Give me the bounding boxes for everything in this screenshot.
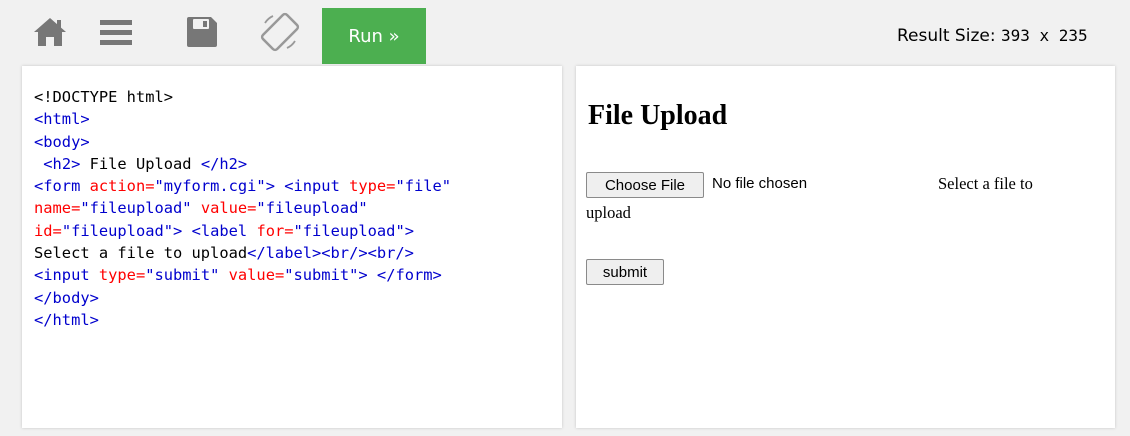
code-line: name="fileupload" value="fileupload" — [34, 197, 451, 219]
code-token: "submit" — [284, 266, 359, 285]
code-line: <input type="submit" value="submit"> </f… — [34, 264, 451, 286]
code-token: </label> — [247, 244, 322, 263]
home-icon[interactable] — [30, 12, 70, 52]
code-token: > — [265, 177, 285, 196]
code-token: id= — [34, 221, 62, 240]
run-button-label: Run » — [348, 25, 400, 47]
code-token: > — [404, 221, 414, 240]
code-token: value= — [200, 199, 257, 218]
choose-file-button[interactable]: Choose File — [586, 172, 704, 198]
code-token: File Upload — [80, 154, 201, 173]
code-token: "fileupload" — [256, 199, 368, 218]
code-token: "fileupload" — [61, 221, 174, 240]
code-token: <label — [191, 221, 257, 240]
no-file-chosen-text: No file chosen — [712, 175, 808, 192]
run-button[interactable]: Run » — [322, 8, 426, 64]
code-editor[interactable]: <!DOCTYPE html> <html> <body> <h2> File Up… — [22, 66, 562, 428]
result-title: File Upload — [588, 100, 728, 131]
code-line: </html> — [34, 309, 451, 331]
file-label-line2[interactable]: upload — [586, 203, 631, 223]
code-token: for= — [256, 221, 294, 240]
menu-icon[interactable] — [96, 12, 136, 52]
code-token: > — [173, 221, 192, 240]
code-line: <html> — [34, 108, 451, 130]
code-text[interactable]: <!DOCTYPE html> <html> <body> <h2> File Up… — [34, 86, 451, 331]
code-line: Select a file to upload</label><br/><br/… — [34, 242, 451, 264]
rotate-icon[interactable] — [258, 12, 302, 52]
code-line: <body> — [34, 131, 451, 153]
result-size-value: 393 x 235 — [1000, 26, 1088, 45]
code-token: name= — [34, 199, 81, 218]
code-token: > — [358, 266, 377, 285]
code-line: <h2> File Upload </h2> — [34, 153, 451, 175]
code-token: </body> — [34, 288, 99, 307]
code-token: type= — [98, 266, 146, 285]
code-line: <form action="myform.cgi"> <input type="… — [34, 175, 451, 197]
code-token: </html> — [34, 310, 99, 329]
code-token: value= — [228, 266, 285, 285]
code-token: "submit" — [145, 266, 229, 285]
code-token: type= — [349, 177, 396, 196]
code-token: "myform.cgi" — [154, 177, 266, 196]
code-token: <br/> — [321, 244, 368, 263]
code-token: "fileupload" — [293, 221, 405, 240]
save-icon[interactable] — [182, 12, 222, 52]
toolbar: Run » Result Size: 393 x 235 — [0, 0, 1130, 66]
code-line: id="fileupload"> <label for="fileupload"… — [34, 220, 451, 242]
code-token: <html> — [34, 110, 90, 129]
code-token: </h2> — [200, 154, 248, 173]
result-size: Result Size: 393 x 235 — [897, 26, 1088, 46]
code-token: "fileupload" — [80, 199, 201, 218]
code-token: <input — [284, 177, 350, 196]
code-token: <h2> — [43, 154, 81, 173]
code-token: <br/> — [367, 244, 414, 263]
code-token: <body> — [34, 132, 90, 151]
code-token: <input — [34, 266, 99, 285]
file-label-line1[interactable]: Select a file to — [938, 174, 1033, 194]
code-line: <!DOCTYPE html> — [34, 86, 451, 108]
result-size-label: Result Size: — [897, 26, 996, 46]
result-panel: File Upload Choose File No file chosen S… — [576, 66, 1115, 428]
code-token: <form — [34, 177, 90, 196]
code-token: <!DOCTYPE html> — [34, 88, 173, 106]
submit-button[interactable]: submit — [586, 259, 664, 285]
code-token: Select a file to upload — [34, 244, 248, 263]
code-token: "file" — [395, 177, 452, 196]
code-token: </form> — [376, 266, 442, 285]
code-token: action= — [89, 177, 155, 196]
code-line: </body> — [34, 287, 451, 309]
